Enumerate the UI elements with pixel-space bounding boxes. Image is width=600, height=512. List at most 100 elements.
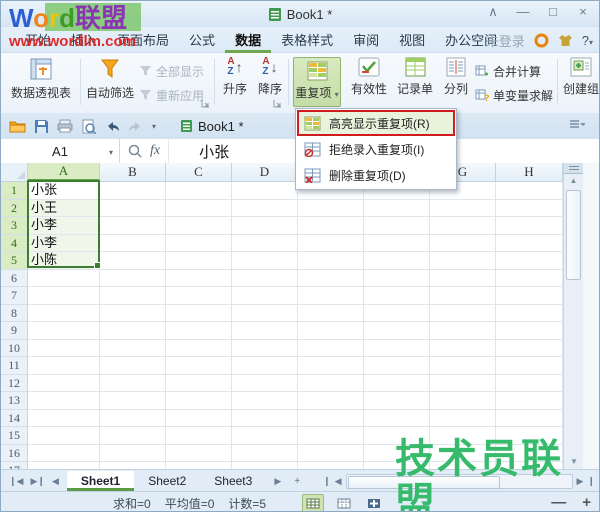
- prev-sheet-button[interactable]: ◀: [52, 476, 59, 487]
- cell-B8[interactable]: [100, 304, 166, 322]
- text-to-columns-button[interactable]: 分列: [439, 57, 473, 107]
- cell-G4[interactable]: [430, 234, 496, 252]
- tab-view[interactable]: 视图: [389, 26, 435, 53]
- record-form-button[interactable]: 记录单: [393, 57, 437, 107]
- cell-D6[interactable]: [232, 269, 298, 287]
- cell-D12[interactable]: [232, 374, 298, 392]
- print-preview-icon[interactable]: [81, 119, 96, 134]
- cell-F9[interactable]: [364, 322, 430, 340]
- cell-A4[interactable]: 小李: [28, 234, 100, 252]
- cell-F10[interactable]: [364, 339, 430, 357]
- quick-access-dropdown-arrow[interactable]: ▾: [152, 122, 156, 131]
- cell-D9[interactable]: [232, 322, 298, 340]
- cell-F2[interactable]: [364, 199, 430, 217]
- cell-C16[interactable]: [166, 444, 232, 462]
- magnifier-icon[interactable]: [128, 144, 142, 158]
- cell-B17[interactable]: [100, 462, 166, 469]
- cell-G16[interactable]: [430, 444, 496, 462]
- cell-D2[interactable]: [232, 199, 298, 217]
- cell-E14[interactable]: [298, 409, 364, 427]
- row-header-10[interactable]: 10: [1, 339, 28, 357]
- cell-H11[interactable]: [496, 357, 563, 375]
- cell-B1[interactable]: [100, 182, 166, 200]
- scroll-down-arrow[interactable]: ▼: [564, 455, 584, 469]
- cell-B12[interactable]: [100, 374, 166, 392]
- validation-button[interactable]: 有效性: [347, 57, 391, 107]
- row-header-4[interactable]: 4: [1, 234, 28, 252]
- cell-A10[interactable]: [28, 339, 100, 357]
- cell-D3[interactable]: [232, 217, 298, 235]
- name-box[interactable]: A1 ▾: [1, 139, 120, 163]
- cell-F7[interactable]: [364, 287, 430, 305]
- cell-E10[interactable]: [298, 339, 364, 357]
- cell-F4[interactable]: [364, 234, 430, 252]
- tab-home[interactable]: 开始: [15, 26, 61, 53]
- cell-C11[interactable]: [166, 357, 232, 375]
- cell-G11[interactable]: [430, 357, 496, 375]
- tab-data[interactable]: 数据: [225, 26, 272, 53]
- cell-E15[interactable]: [298, 427, 364, 445]
- cell-H10[interactable]: [496, 339, 563, 357]
- duplicates-button[interactable]: 重复项 ▾: [293, 57, 341, 107]
- cell-E13[interactable]: [298, 392, 364, 410]
- cell-B4[interactable]: [100, 234, 166, 252]
- cell-F16[interactable]: [364, 444, 430, 462]
- row-header-6[interactable]: 6: [1, 269, 28, 287]
- collapse-ribbon-button[interactable]: ∧: [485, 4, 501, 20]
- cell-H16[interactable]: [496, 444, 563, 462]
- cell-C12[interactable]: [166, 374, 232, 392]
- cell-B3[interactable]: [100, 217, 166, 235]
- open-file-icon[interactable]: [9, 119, 26, 133]
- skin-shirt-icon[interactable]: [558, 34, 573, 47]
- sheet-tab-sheet1[interactable]: Sheet1: [66, 471, 135, 491]
- cell-D16[interactable]: [232, 444, 298, 462]
- cell-H5[interactable]: [496, 252, 563, 270]
- select-all-corner[interactable]: [1, 163, 28, 181]
- cell-D7[interactable]: [232, 287, 298, 305]
- cell-B13[interactable]: [100, 392, 166, 410]
- cell-C13[interactable]: [166, 392, 232, 410]
- page-layout-view-button[interactable]: [334, 495, 354, 511]
- column-header-C[interactable]: C: [166, 163, 232, 181]
- cell-H15[interactable]: [496, 427, 563, 445]
- cell-E2[interactable]: [298, 199, 364, 217]
- name-box-dropdown-arrow[interactable]: ▾: [109, 148, 113, 157]
- cell-A12[interactable]: [28, 374, 100, 392]
- cell-G8[interactable]: [430, 304, 496, 322]
- cell-D13[interactable]: [232, 392, 298, 410]
- row-header-1[interactable]: 1: [1, 182, 28, 200]
- cell-H9[interactable]: [496, 322, 563, 340]
- tab-formulas[interactable]: 公式: [179, 26, 225, 53]
- cell-F12[interactable]: [364, 374, 430, 392]
- cell-A9[interactable]: [28, 322, 100, 340]
- cell-F6[interactable]: [364, 269, 430, 287]
- cell-C2[interactable]: [166, 199, 232, 217]
- tab-table-style[interactable]: 表格样式: [271, 26, 343, 53]
- menu-item-reject-duplicates[interactable]: 拒绝录入重复项(I): [297, 136, 455, 162]
- cell-F14[interactable]: [364, 409, 430, 427]
- show-all-button[interactable]: 全部显示: [139, 63, 204, 80]
- cell-G13[interactable]: [430, 392, 496, 410]
- minimize-button[interactable]: —: [515, 4, 531, 20]
- cell-C7[interactable]: [166, 287, 232, 305]
- cell-G15[interactable]: [430, 427, 496, 445]
- autofilter-button[interactable]: 自动筛选: [85, 57, 135, 107]
- cell-A8[interactable]: [28, 304, 100, 322]
- pivot-table-button[interactable]: 数据透视表: [7, 57, 75, 107]
- row-header-8[interactable]: 8: [1, 304, 28, 322]
- cell-C15[interactable]: [166, 427, 232, 445]
- cell-H8[interactable]: [496, 304, 563, 322]
- cell-G6[interactable]: [430, 269, 496, 287]
- cell-A13[interactable]: [28, 392, 100, 410]
- cell-E16[interactable]: [298, 444, 364, 462]
- cell-C10[interactable]: [166, 339, 232, 357]
- zoom-out-button[interactable]: —: [551, 494, 566, 511]
- cell-E9[interactable]: [298, 322, 364, 340]
- cell-G12[interactable]: [430, 374, 496, 392]
- cell-B14[interactable]: [100, 409, 166, 427]
- cell-D5[interactable]: [232, 252, 298, 270]
- cell-C9[interactable]: [166, 322, 232, 340]
- split-handle[interactable]: [564, 163, 583, 174]
- add-sheet-button[interactable]: +: [289, 476, 305, 487]
- help-button[interactable]: ?▾: [582, 33, 593, 48]
